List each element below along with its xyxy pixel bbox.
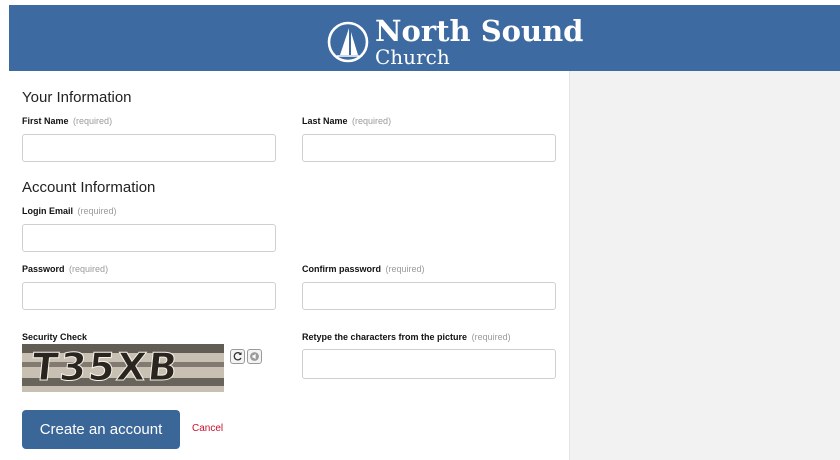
last-name-label-text: Last Name <box>302 116 348 126</box>
registration-form: Your Information First Name (required) L… <box>9 71 569 460</box>
confirm-password-field[interactable] <box>302 282 556 310</box>
last-name-label: Last Name (required) <box>302 116 391 126</box>
login-email-field[interactable] <box>22 224 276 252</box>
confirm-password-label-text: Confirm password <box>302 264 382 274</box>
login-email-label-text: Login Email <box>22 206 74 216</box>
retype-required-note: (required) <box>471 332 511 342</box>
captcha-characters: T35XB <box>29 345 182 390</box>
your-information-heading: Your Information <box>22 89 132 106</box>
side-panel <box>569 71 840 460</box>
retype-characters-label-text: Retype the characters from the picture <box>302 332 468 342</box>
captcha-image: T35XB <box>22 344 224 392</box>
first-name-field[interactable] <box>22 134 276 162</box>
password-label: Password (required) <box>22 264 108 274</box>
password-label-text: Password <box>22 264 65 274</box>
last-name-required-note: (required) <box>352 116 392 126</box>
refresh-icon <box>233 352 242 361</box>
captcha-response-field[interactable] <box>302 349 556 379</box>
confirm-password-required-note: (required) <box>385 264 425 274</box>
page: North Sound Church Your Information Firs… <box>0 0 840 460</box>
last-name-field[interactable] <box>302 134 556 162</box>
first-name-label-text: First Name <box>22 116 69 126</box>
login-email-required-note: (required) <box>77 206 117 216</box>
logo-brand-line2: Church <box>375 45 450 69</box>
first-name-required-note: (required) <box>73 116 113 126</box>
create-account-button[interactable]: Create an account <box>22 410 180 449</box>
logo-wordmark: North Sound Church <box>375 14 584 69</box>
captcha-refresh-button[interactable] <box>230 349 245 364</box>
password-field[interactable] <box>22 282 276 310</box>
login-email-label: Login Email (required) <box>22 206 117 216</box>
first-name-label: First Name (required) <box>22 116 112 126</box>
logo-brand-line1: North Sound <box>375 14 584 48</box>
cancel-link[interactable]: Cancel <box>192 423 223 434</box>
security-check-label: Security Check <box>22 332 88 342</box>
church-logo[interactable]: North Sound Church <box>327 14 584 69</box>
audio-icon <box>250 352 259 361</box>
captcha-audio-button[interactable] <box>247 349 262 364</box>
account-information-heading: Account Information <box>22 179 156 196</box>
sailboat-logo-icon <box>327 21 369 63</box>
site-header: North Sound Church <box>9 5 840 71</box>
password-required-note: (required) <box>69 264 109 274</box>
confirm-password-label: Confirm password (required) <box>302 264 425 274</box>
retype-characters-label: Retype the characters from the picture (… <box>302 332 511 342</box>
